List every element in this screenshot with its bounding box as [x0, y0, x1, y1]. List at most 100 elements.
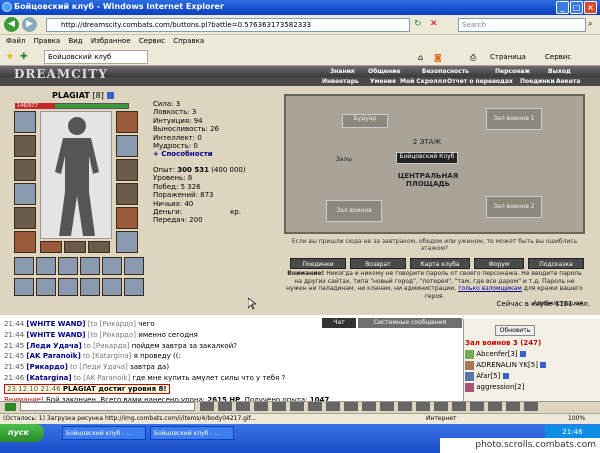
nav-communication[interactable]: Общение — [368, 68, 400, 75]
stop-icon[interactable]: ✕ — [430, 19, 438, 29]
user-nick[interactable]: Afar[5] — [476, 372, 500, 380]
user-nick[interactable]: Abcenfer[3] — [476, 350, 517, 358]
inventory-slot-icon[interactable] — [36, 257, 56, 275]
inventory-slot-icon[interactable] — [124, 257, 144, 275]
status-zoom[interactable]: 100% — [568, 415, 585, 422]
taskbar-item[interactable]: Бойцовский клуб - ... — [150, 426, 234, 440]
info-icon[interactable] — [519, 351, 526, 357]
list-item[interactable]: Afar[5] — [465, 371, 593, 382]
inventory-slot-icon[interactable] — [58, 278, 78, 296]
armor-slot-icon[interactable] — [14, 135, 36, 157]
msg-nick[interactable]: [Леди Удача] — [26, 342, 81, 350]
subnav-fights[interactable]: Поединки — [520, 78, 555, 85]
nav-exit[interactable]: Выход — [548, 68, 571, 75]
favorites-star-icon[interactable]: ★ — [6, 52, 14, 62]
amulet-slot-icon[interactable] — [116, 135, 138, 157]
belt-slot-icon[interactable] — [14, 159, 36, 181]
fights-button[interactable]: Поединки — [290, 258, 346, 269]
nav-knowledge[interactable]: Знания — [330, 68, 355, 75]
character-name[interactable]: PLAGIAT — [52, 91, 90, 100]
room-fight-club[interactable]: Бойцовский Клуб — [396, 152, 458, 164]
subnav-transfers[interactable]: Отчет о переводах — [447, 78, 513, 85]
forward-icon[interactable]: ▶ — [22, 17, 37, 32]
warning-link[interactable]: только взломщикам — [458, 285, 522, 292]
return-button[interactable]: Возврат — [350, 258, 406, 269]
msg-nick[interactable]: [Katargina] — [26, 374, 71, 382]
msg-nick[interactable]: [AK Paranoik] — [26, 352, 80, 360]
msg-nick[interactable]: [WHITE WAND] — [26, 320, 85, 328]
refresh-button[interactable]: Обновить — [495, 325, 535, 336]
inventory-slot-icon[interactable] — [102, 278, 122, 296]
browser-tab[interactable]: Бойцовский клуб — [44, 50, 148, 64]
inventory-slot-icon[interactable] — [36, 278, 56, 296]
club-map-button[interactable]: Карта клуба — [410, 258, 470, 269]
menu-file[interactable]: Файл — [6, 37, 25, 45]
page-menu[interactable]: Страница — [490, 53, 526, 61]
user-nick[interactable]: aggression[2] — [476, 383, 524, 391]
subnav-scroll[interactable]: Мой Скроллл — [400, 78, 446, 85]
inventory-slot-icon[interactable] — [80, 278, 100, 296]
inventory-slot-icon[interactable] — [124, 278, 144, 296]
chat-toolbar-icons[interactable] — [200, 402, 540, 411]
gloves-slot-icon[interactable] — [14, 207, 36, 229]
inventory-slot-icon[interactable] — [102, 257, 122, 275]
msg-nick[interactable]: [Рикардо] — [26, 363, 67, 371]
subnav-inventory[interactable]: Инвентарь — [322, 78, 359, 85]
print-icon[interactable]: ⎙ — [470, 53, 476, 63]
earring-slot-icon[interactable] — [116, 111, 138, 133]
menu-edit[interactable]: Правка — [34, 37, 61, 45]
helmet-slot-icon[interactable] — [14, 111, 36, 133]
bracer-slot-icon[interactable] — [14, 231, 36, 253]
chat-input[interactable] — [20, 402, 195, 411]
chat-send-icon[interactable] — [5, 403, 16, 411]
central-square[interactable]: ЦЕНТРАЛЬНАЯ ПЛОЩАДЬ — [384, 172, 472, 194]
ring-slot-icon[interactable] — [40, 241, 62, 253]
menu-tools[interactable]: Сервис — [139, 37, 165, 45]
back-icon[interactable]: ◀ — [4, 17, 19, 32]
home-icon[interactable]: ⌂ — [418, 53, 423, 62]
nav-security[interactable]: Безопасность — [422, 68, 469, 75]
rss-icon[interactable]: ◙ — [434, 53, 442, 62]
menu-view[interactable]: Вид — [68, 37, 82, 45]
url-input[interactable]: http://dreamscity.combats.com/buttons.pl… — [46, 18, 410, 32]
search-icon[interactable]: ⌕ — [588, 19, 592, 29]
room-boudoir[interactable]: Будуар — [342, 114, 388, 128]
subnav-skills[interactable]: Умения — [370, 78, 396, 85]
weapon-slot-icon[interactable] — [14, 183, 36, 205]
inventory-slot-icon[interactable] — [14, 257, 34, 275]
boots-slot-icon[interactable] — [116, 207, 138, 229]
close-icon[interactable]: × — [584, 1, 597, 14]
ring-slot-icon[interactable] — [88, 241, 110, 253]
room-warriors-2[interactable]: Зал воинов 2 — [486, 196, 542, 218]
room-warriors-1[interactable]: Зал воинов 1 — [486, 108, 542, 130]
user-nick[interactable]: ADRENALIN YK[5] — [476, 361, 538, 369]
taskbar-item[interactable]: Бойцовский клуб - ... — [62, 426, 146, 440]
info-icon[interactable] — [502, 373, 509, 379]
shield-slot-icon[interactable] — [116, 159, 138, 181]
scroll-slot-icon[interactable] — [116, 231, 138, 253]
inventory-slot-icon[interactable] — [58, 257, 78, 275]
menu-favorites[interactable]: Избранное — [91, 37, 131, 45]
maximize-icon[interactable]: □ — [570, 1, 583, 14]
room-warriors[interactable]: Зал воинов — [326, 200, 382, 222]
nav-character[interactable]: Персонаж — [495, 68, 530, 75]
start-button[interactable]: пуск — [0, 424, 44, 442]
hint-button[interactable]: Подсказка — [528, 258, 584, 269]
minimize-icon[interactable]: _ — [556, 1, 569, 14]
add-favorite-icon[interactable]: ✚ — [20, 52, 28, 62]
menu-help[interactable]: Справка — [173, 37, 204, 45]
search-input[interactable]: Search — [458, 18, 586, 32]
forum-button[interactable]: Форум — [474, 258, 524, 269]
list-item[interactable]: Abcenfer[3] — [465, 349, 593, 360]
subnav-profile[interactable]: Анкета — [556, 78, 580, 85]
list-item[interactable]: ADRENALIN YK[5] — [465, 360, 593, 371]
refresh-icon[interactable]: ↻ — [414, 19, 422, 29]
abilities-link[interactable]: + Способности — [153, 150, 288, 158]
ring-slot-icon[interactable] — [64, 241, 86, 253]
inventory-slot-icon[interactable] — [80, 257, 100, 275]
info-icon[interactable] — [540, 362, 547, 368]
tools-menu[interactable]: Сервис — [545, 53, 571, 61]
pants-slot-icon[interactable] — [116, 183, 138, 205]
info-icon[interactable] — [106, 92, 114, 99]
msg-nick[interactable]: [WHITE WAND] — [26, 331, 85, 339]
